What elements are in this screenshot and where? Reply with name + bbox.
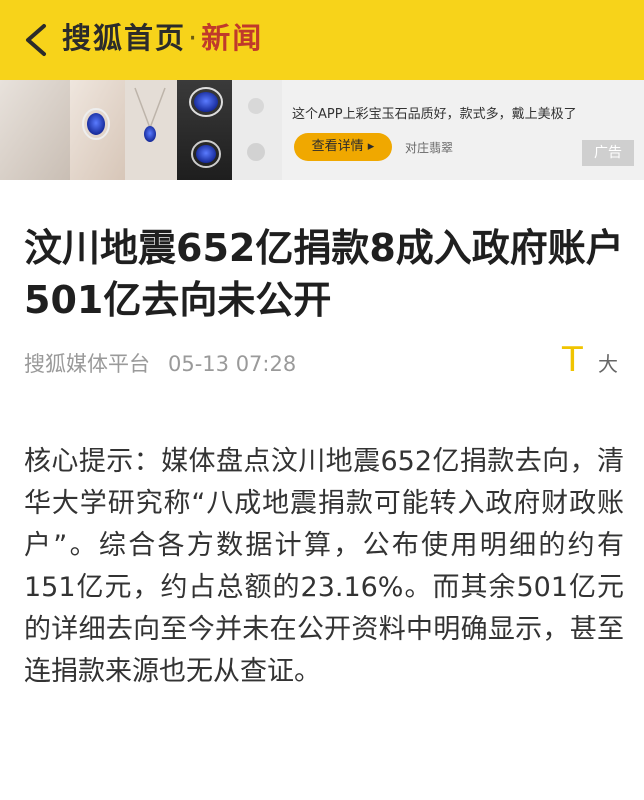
ad-tag: 广告: [582, 140, 634, 166]
chevron-left-icon: [26, 24, 46, 56]
title-separator: ·: [188, 21, 200, 55]
jewelry-ad-image: [0, 80, 282, 180]
font-size-icon: T: [562, 340, 583, 380]
ad-source: 对庄翡翠: [405, 141, 454, 155]
top-bar: 搜狐首页·新闻: [0, 0, 644, 80]
article-time: 05-13 07:28: [168, 352, 297, 376]
article-body: 核心提示：媒体盘点汶川地震652亿捐款去向，清华大学研究称“八成地震捐款可能转入…: [24, 446, 624, 687]
article-source: 搜狐媒体平台: [24, 352, 150, 376]
font-size-label: 大: [598, 352, 618, 376]
back-button[interactable]: [20, 22, 52, 58]
article-title: 汶川地震652亿捐款8成入政府账户 501亿去向未公开: [24, 226, 624, 322]
ad-banner[interactable]: 这个APP上彩宝玉石品质好，款式多，戴上美极了: [0, 80, 644, 180]
site-title[interactable]: 搜狐首页·新闻: [62, 18, 263, 58]
view-details-button[interactable]: 查看详情 ▸: [294, 133, 392, 161]
ad-headline: 这个APP上彩宝玉石品质好，款式多，戴上美极了: [292, 107, 577, 122]
article-meta: 搜狐媒体平台 05-13 07:28: [24, 348, 296, 378]
brand-name: 搜狐首页: [62, 21, 187, 55]
section-name: 新闻: [201, 21, 264, 55]
